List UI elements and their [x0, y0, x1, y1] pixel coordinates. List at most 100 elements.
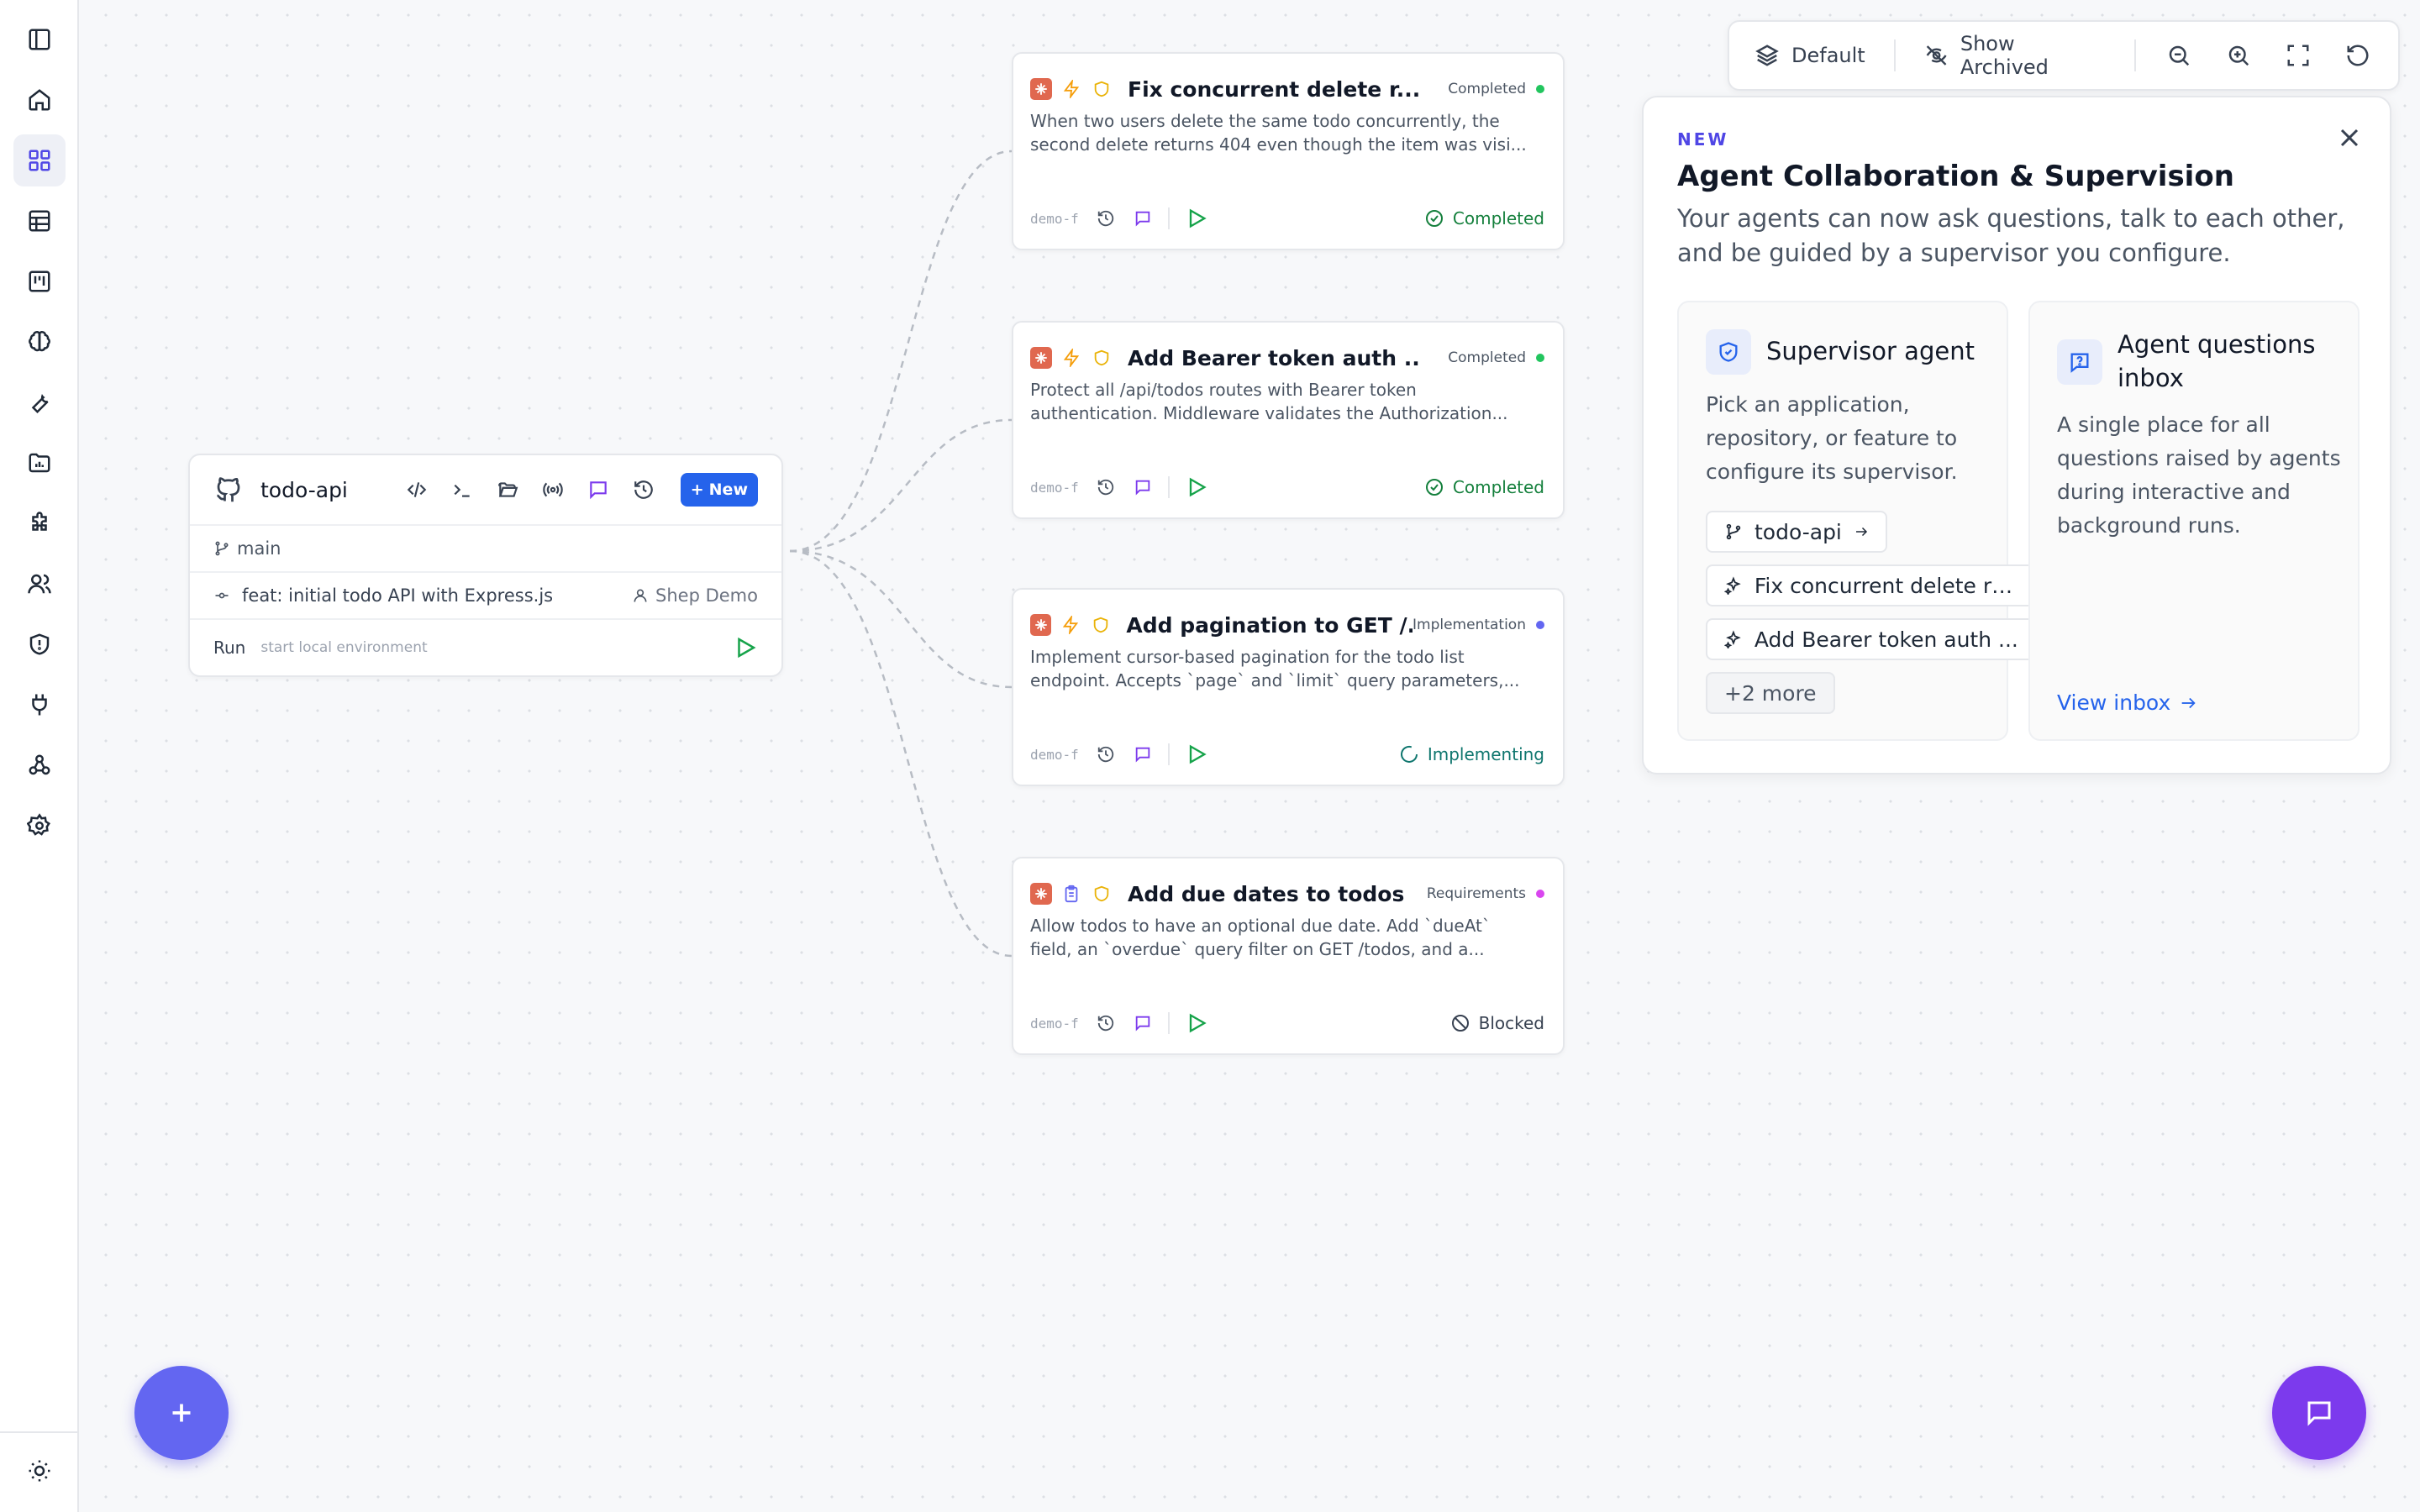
supervisor-chip-feature[interactable]: Add Bearer token auth ...	[1706, 618, 2067, 660]
feature-description: When two users delete the same todo conc…	[1030, 109, 1543, 156]
supervisor-title: Supervisor agent	[1766, 337, 1975, 365]
view-inbox-link[interactable]: View inbox	[2057, 690, 2197, 715]
divider	[1167, 743, 1170, 765]
run-label: Run	[213, 638, 246, 658]
table-icon[interactable]	[13, 195, 66, 247]
feature-state: Completed	[1448, 349, 1544, 366]
feature-status-label: Completed	[1452, 208, 1544, 228]
shield-icon	[1091, 347, 1113, 369]
help-circle-icon	[2057, 339, 2102, 385]
terminal-icon[interactable]	[449, 476, 476, 503]
folder-chart-icon[interactable]	[13, 437, 66, 489]
chat-icon[interactable]	[1133, 208, 1153, 228]
inbox-text: A single place for all questions raised …	[2057, 412, 2341, 538]
broadcast-icon[interactable]	[539, 476, 566, 503]
chat-icon	[2307, 1401, 2331, 1426]
state-dot	[1536, 621, 1544, 629]
chat-icon[interactable]	[1133, 477, 1153, 497]
feature-status: Implementing	[1399, 744, 1544, 764]
sun-icon[interactable]	[13, 1445, 66, 1497]
feature-title: Fix concurrent delete r...	[1128, 76, 1420, 102]
wrench-icon[interactable]	[13, 376, 66, 428]
supervisor-chip-repo[interactable]: todo-api	[1706, 511, 1887, 553]
arrow-right-icon	[2181, 697, 2196, 708]
plug-icon[interactable]	[13, 679, 66, 731]
supervisor-more-chip[interactable]: +2 more	[1706, 672, 1835, 714]
webhook-icon[interactable]	[13, 739, 66, 791]
play-icon[interactable]	[1185, 475, 1208, 499]
run-row: Run start local environment	[190, 620, 781, 675]
brain-icon[interactable]	[13, 316, 66, 368]
feature-branch: demo-f	[1030, 210, 1079, 227]
users-icon[interactable]	[13, 558, 66, 610]
run-hint: start local environment	[260, 639, 428, 656]
more-label: +2 more	[1724, 680, 1817, 706]
zoom-out-icon[interactable]	[2165, 40, 2194, 71]
play-icon[interactable]	[1185, 207, 1208, 230]
feature-description: Implement cursor-based pagination for th…	[1030, 645, 1543, 692]
agent-badge-icon	[1030, 347, 1052, 369]
chat-icon[interactable]	[1133, 1013, 1153, 1033]
play-icon[interactable]	[1185, 743, 1208, 766]
feature-card[interactable]: Add Bearer token auth ... Completed Prot…	[1012, 321, 1565, 519]
plus-icon	[172, 1404, 191, 1422]
lightning-icon	[1060, 347, 1082, 369]
feature-description: Allow todos to have an optional due date…	[1030, 914, 1543, 961]
check-circle-icon	[1425, 479, 1443, 496]
feature-card[interactable]: Fix concurrent delete r... Completed Whe…	[1012, 52, 1565, 250]
settings-icon[interactable]	[13, 800, 66, 852]
layers-icon	[1755, 45, 1779, 66]
history-icon[interactable]	[1096, 208, 1116, 228]
sidebar-toggle-icon[interactable]	[13, 13, 66, 66]
panel-subtitle: Your agents can now ask questions, talk …	[1677, 204, 2345, 267]
add-fab-button[interactable]	[134, 1366, 229, 1460]
repo-node[interactable]: todo-api + New main feat: initial todo A…	[188, 454, 783, 677]
new-feature-button[interactable]: + New	[680, 473, 758, 507]
folder-open-icon[interactable]	[494, 476, 521, 503]
feature-description-line: Implement cursor-based pagination for th…	[1030, 647, 1465, 667]
zoom-in-icon[interactable]	[2224, 40, 2254, 71]
chat-fab-button[interactable]	[2272, 1366, 2366, 1460]
history-icon[interactable]	[1096, 477, 1116, 497]
dashboard-icon[interactable]	[13, 134, 66, 186]
repo-name: todo-api	[260, 477, 348, 502]
toolbar-divider	[1893, 39, 1896, 71]
reset-icon[interactable]	[2344, 40, 2373, 71]
close-icon[interactable]	[2334, 123, 2365, 153]
shield-icon	[1090, 614, 1111, 636]
fullscreen-icon[interactable]	[2284, 40, 2313, 71]
git-branch-icon	[215, 541, 229, 556]
shield-icon[interactable]	[13, 618, 66, 670]
kanban-icon[interactable]	[13, 255, 66, 307]
feature-description-line: When two users delete the same todo conc…	[1030, 111, 1500, 131]
history-icon[interactable]	[1096, 1013, 1116, 1033]
toolbar-divider	[2133, 39, 2136, 71]
chat-icon[interactable]	[1133, 744, 1153, 764]
home-icon[interactable]	[13, 74, 66, 126]
feature-title: Add pagination to GET /...	[1126, 612, 1413, 638]
chip-label: Fix concurrent delete ra...	[1754, 573, 2023, 598]
feature-title: Add due dates to todos	[1128, 881, 1405, 906]
show-archived-button[interactable]: Show Archived	[1924, 32, 2106, 79]
supervisor-chip-feature[interactable]: Fix concurrent delete ra...	[1706, 564, 2067, 606]
shield-icon	[1091, 78, 1113, 100]
history-icon[interactable]	[630, 476, 657, 503]
layout-default-label: Default	[1791, 44, 1865, 67]
puzzle-icon[interactable]	[13, 497, 66, 549]
sidebar	[0, 0, 79, 1512]
code-icon[interactable]	[403, 476, 430, 503]
feature-card[interactable]: Add due dates to todos Requirements Allo…	[1012, 857, 1565, 1055]
layout-default-button[interactable]: Default	[1754, 43, 1865, 68]
feature-description-line: Protect all /api/todos routes with Beare…	[1030, 380, 1417, 400]
play-icon[interactable]	[1185, 1011, 1208, 1035]
feature-status: Completed	[1424, 208, 1544, 228]
feature-description-line: authentication. Middleware validates the…	[1030, 403, 1508, 423]
commit-message: feat: initial todo API with Express.js	[242, 585, 554, 606]
history-icon[interactable]	[1096, 744, 1116, 764]
feature-status-label: Implementing	[1427, 744, 1544, 764]
eye-off-icon	[1926, 45, 1947, 66]
chat-icon[interactable]	[585, 476, 612, 503]
supervisor-text: Pick an application, repository, or feat…	[1706, 392, 1958, 484]
play-icon[interactable]	[733, 635, 758, 660]
feature-card[interactable]: Add pagination to GET /... Implementatio…	[1012, 588, 1565, 786]
